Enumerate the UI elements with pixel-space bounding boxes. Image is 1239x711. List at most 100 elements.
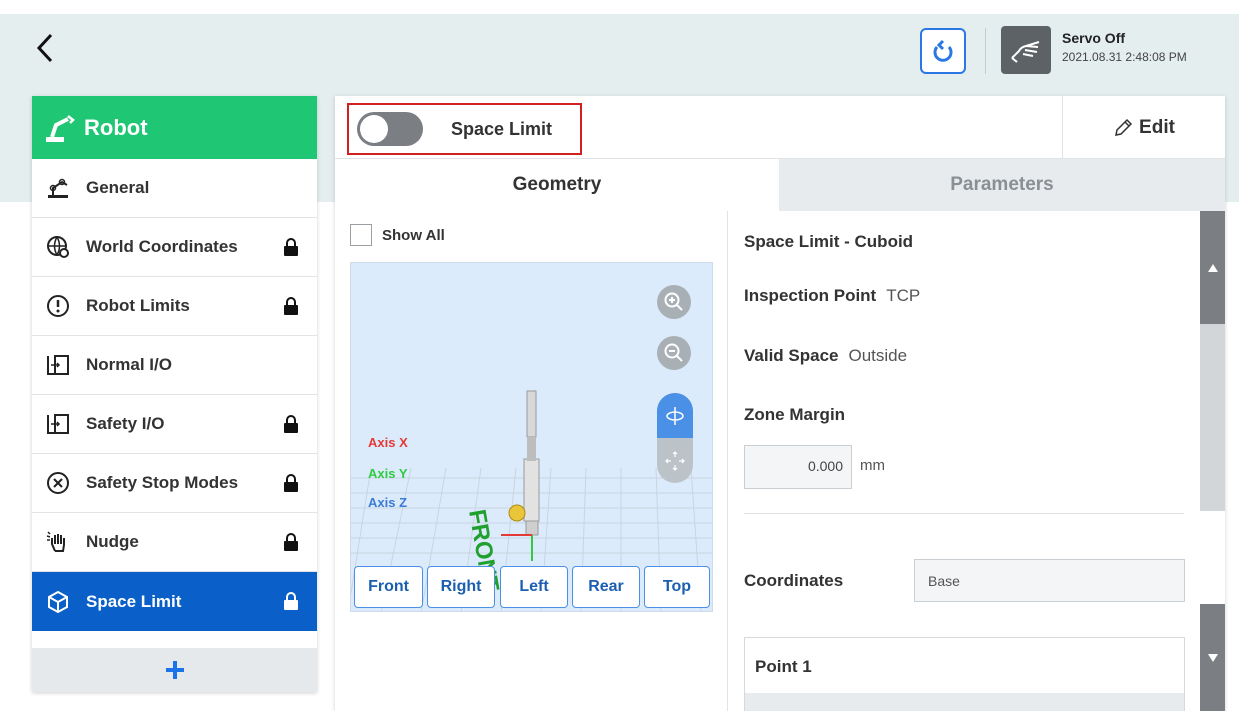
inspection-point-value: TCP: [886, 286, 921, 305]
view-right-button[interactable]: Right: [427, 566, 495, 608]
sidebar-item-normal-io[interactable]: Normal I/O: [32, 336, 317, 395]
show-all-checkbox[interactable]: Show All: [350, 224, 445, 246]
sidebar: Robot General World Coordinates Robot Li…: [32, 96, 317, 692]
inspection-point-label: Inspection Point: [744, 286, 877, 305]
point-1-label: Point 1: [755, 657, 812, 676]
tab-geometry[interactable]: Geometry: [335, 159, 779, 211]
scroll-down-button[interactable]: [1200, 604, 1225, 711]
view-rear-button[interactable]: Rear: [572, 566, 640, 608]
section-divider: [744, 513, 1184, 514]
servo-status: Servo Off: [1062, 30, 1126, 46]
lock-icon: [284, 592, 298, 610]
sidebar-item-nudge[interactable]: Nudge: [32, 513, 317, 572]
chevron-left-icon: [36, 33, 53, 63]
edit-button[interactable]: Edit: [1063, 96, 1225, 159]
space-limit-toggle[interactable]: [357, 112, 423, 146]
axis-x-label: Axis X: [368, 435, 408, 450]
space-limit-toggle-group: Space Limit: [347, 103, 582, 155]
valid-space-value: Outside: [848, 346, 908, 365]
panel-toolbar: Space Limit Edit: [335, 96, 1225, 159]
toggle-knob: [360, 115, 388, 143]
pan-icon: [665, 450, 685, 471]
sidebar-item-label: Space Limit: [86, 591, 182, 611]
scroll-up-button[interactable]: [1200, 211, 1225, 324]
io-icon: [47, 355, 69, 375]
coordinates-field[interactable]: Base: [914, 559, 1185, 602]
lock-icon: [284, 297, 298, 315]
rotate-button[interactable]: [657, 393, 693, 438]
sidebar-item-safety-stop-modes[interactable]: Safety Stop Modes: [32, 454, 317, 513]
robot-arm-icon: [48, 178, 68, 198]
lock-icon: [284, 238, 298, 256]
zoom-in-button[interactable]: [657, 285, 691, 319]
tab-parameters[interactable]: Parameters: [779, 159, 1225, 211]
servo-button[interactable]: [1001, 26, 1051, 74]
sidebar-item-label: Safety I/O: [86, 414, 165, 433]
sidebar-item-label: World Coordinates: [86, 237, 238, 256]
point-1-card: Point 1: [744, 637, 1185, 711]
scroll-thumb[interactable]: [1200, 324, 1225, 511]
reset-button[interactable]: [920, 28, 966, 74]
globe-gear-icon: [47, 236, 69, 258]
add-button[interactable]: [32, 648, 317, 692]
valid-space-label: Valid Space: [744, 346, 839, 365]
valid-space-row: Valid Space Outside: [744, 346, 907, 366]
sidebar-item-safety-io[interactable]: Safety I/O: [32, 395, 317, 454]
view-left-button[interactable]: Left: [500, 566, 568, 608]
sidebar-header: Robot: [32, 96, 317, 159]
scrollbar[interactable]: [1200, 211, 1225, 711]
lock-icon: [284, 474, 298, 492]
pan-button[interactable]: [657, 438, 693, 483]
arrow-up-icon: [1207, 263, 1218, 272]
coordinates-label: Coordinates: [744, 571, 844, 590]
main-panel: Space Limit Edit Geometry Parameters Sho…: [335, 96, 1225, 711]
limit-icon: [47, 295, 69, 317]
sidebar-item-robot-limits[interactable]: Robot Limits: [32, 277, 317, 336]
3d-viewport[interactable]: FRONT Axis X Axis Y Axis Z Front Right L…: [350, 262, 713, 612]
hand-icon: [1011, 41, 1040, 63]
hand-nudge-icon: [46, 531, 65, 552]
zoom-out-button[interactable]: [657, 336, 691, 370]
sidebar-item-general[interactable]: General: [32, 159, 317, 218]
zone-margin-unit: mm: [860, 457, 885, 474]
sidebar-item-label: Safety Stop Modes: [86, 473, 239, 492]
zone-margin-label: Zone Margin: [744, 405, 846, 424]
edit-label: Edit: [1139, 116, 1175, 138]
axis-z-label: Axis Z: [368, 495, 408, 510]
pencil-icon: [1115, 118, 1133, 136]
rotate-pan-control: [657, 393, 693, 483]
column-divider: [727, 211, 728, 711]
lock-icon: [284, 533, 298, 551]
sidebar-title: Robot: [84, 114, 148, 140]
sidebar-item-space-limit[interactable]: Space Limit: [32, 572, 317, 631]
cube-icon: [48, 590, 68, 613]
arrow-down-icon: [1207, 653, 1218, 662]
sidebar-item-label: Nudge: [86, 532, 139, 551]
io-icon: [47, 414, 69, 434]
plus-icon: [165, 661, 184, 679]
zoom-in-icon: [664, 292, 683, 311]
rotate-icon: [666, 406, 684, 425]
view-top-button[interactable]: Top: [644, 566, 710, 608]
sidebar-item-label: General: [86, 178, 150, 197]
header-divider: [985, 28, 986, 74]
timestamp: 2021.08.31 2:48:08 PM: [1062, 50, 1187, 64]
power-reset-icon: [933, 39, 953, 62]
space-limit-label: Space Limit: [451, 118, 553, 139]
show-all-label: Show All: [382, 226, 445, 244]
robot-arm-icon: [46, 114, 75, 142]
stop-circle-icon: [47, 472, 69, 494]
zone-margin-field[interactable]: 0.000: [744, 445, 852, 489]
view-front-button[interactable]: Front: [354, 566, 423, 608]
point-1-fields: [745, 693, 1184, 711]
lock-icon: [284, 415, 298, 433]
checkbox-box: [350, 224, 372, 246]
zoom-out-icon: [664, 343, 683, 362]
inspection-point-row: Inspection Point TCP: [744, 286, 920, 306]
sidebar-item-label: Robot Limits: [86, 296, 190, 315]
space-limit-title: Space Limit - Cuboid: [744, 232, 914, 251]
axis-y-label: Axis Y: [368, 466, 408, 481]
back-button[interactable]: [30, 30, 60, 66]
sidebar-item-label: Normal I/O: [86, 355, 172, 374]
sidebar-item-world-coordinates[interactable]: World Coordinates: [32, 218, 317, 277]
